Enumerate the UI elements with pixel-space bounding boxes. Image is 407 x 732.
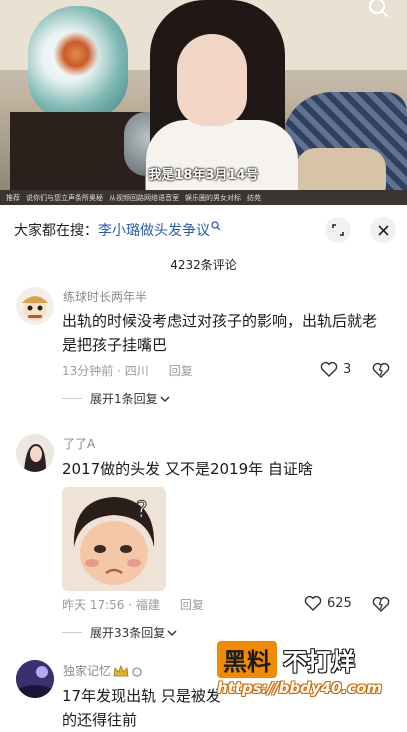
comment-time-location: 昨天 17:56 · 福建 xyxy=(62,598,160,612)
comment-item: 了了A 2017做的头发 又不是2019年 自证啥 ? 昨天 17:56 · 福… xyxy=(0,428,407,641)
video-person-face xyxy=(177,34,247,126)
svg-text:?: ? xyxy=(136,498,148,523)
expand-replies[interactable]: 展开33条回复 xyxy=(62,624,177,641)
watermark-box-text: 黑料 xyxy=(217,641,277,678)
avatar[interactable] xyxy=(16,660,54,698)
video-vase xyxy=(28,6,128,118)
hot-search-term[interactable]: 李小璐做头发争议 xyxy=(98,220,210,240)
comment-meta: 昨天 17:56 · 福建 回复 xyxy=(62,596,204,613)
expand-replies[interactable]: 展开1条回复 xyxy=(62,390,170,407)
video-player[interactable]: 我是18年3月14号 推荐 说你们与您立声条所奥秘 从视频回路网络语音室 娱乐圈… xyxy=(0,0,407,205)
divider-line xyxy=(62,632,82,633)
avatar-night-icon xyxy=(16,660,54,698)
comment-time-location: 13分钟前 · 四川 xyxy=(62,364,149,378)
comment-username[interactable]: 独家记忆 xyxy=(63,662,143,679)
video-ticker: 推荐 说你们与您立声条所奥秘 从视频回路网络语音室 娱乐圈的男女对标 纺苑 xyxy=(0,190,407,205)
comment-username[interactable]: 练球时长两年半 xyxy=(63,288,147,305)
broken-heart-icon[interactable] xyxy=(372,362,390,378)
site-watermark: 黑料 不打烊 https://bbdy40.com xyxy=(217,641,397,707)
chevron-down-icon xyxy=(167,630,177,636)
comment-username-text: 独家记忆 xyxy=(63,664,112,678)
search-icon xyxy=(211,221,221,231)
avatar-photo-icon xyxy=(16,434,54,472)
comment-username[interactable]: 了了A xyxy=(63,435,95,452)
comment-text: 出轨的时候没考虑过对孩子的影响，出轨后就老是把孩子挂嘴巴 xyxy=(62,312,378,354)
close-icon xyxy=(377,224,389,236)
like-button[interactable]: 625 xyxy=(304,595,352,611)
comment-count: 4232条评论 xyxy=(170,258,237,272)
ring-icon xyxy=(132,665,142,677)
avatar-cartoon-icon xyxy=(22,296,48,321)
comment-meta: 13分钟前 · 四川 回复 xyxy=(62,362,193,379)
like-count: 3 xyxy=(343,361,352,377)
reply-button[interactable]: 回复 xyxy=(169,362,193,379)
video-subtitle: 我是18年3月14号 xyxy=(148,168,259,183)
divider-line xyxy=(62,398,82,399)
expand-icon xyxy=(332,224,344,236)
comment-text: 2017做的头发 又不是2019年 自证啥 xyxy=(62,460,313,478)
comment-sticker-image[interactable]: ? xyxy=(62,487,166,591)
ticker-item: 推荐 xyxy=(6,193,20,202)
ticker-item: 娱乐圈的男女对标 xyxy=(185,193,241,202)
avatar[interactable] xyxy=(16,287,54,325)
crown-icon xyxy=(113,664,129,676)
heart-icon xyxy=(304,595,322,611)
watermark-url: https://bbdy40.com xyxy=(217,679,383,697)
watermark-text: 不打烊 xyxy=(283,648,355,676)
ticker-item: 纺苑 xyxy=(247,193,261,202)
ticker-item: 从视频回路网络语音室 xyxy=(109,193,179,202)
broken-heart-icon[interactable] xyxy=(372,596,390,612)
hot-search-row[interactable]: 大家都在搜： 李小璐做头发争议 xyxy=(14,219,221,241)
chevron-down-icon xyxy=(160,396,170,402)
expand-replies-label: 展开1条回复 xyxy=(90,392,158,406)
comment-text-continued: 的还得往前 xyxy=(62,711,138,729)
watermark-logo: 黑料 不打烊 xyxy=(217,641,355,678)
close-button[interactable] xyxy=(370,217,396,243)
expand-replies-label: 展开33条回复 xyxy=(90,626,166,640)
ticker-item: 说你们与您立声条所奥秘 xyxy=(26,193,103,202)
avatar[interactable] xyxy=(16,434,54,472)
comment-item: 练球时长两年半 出轨的时候没考虑过对孩子的影响，出轨后就老是把孩子挂嘴巴 13分… xyxy=(0,285,407,407)
fullscreen-button[interactable] xyxy=(325,217,351,243)
reply-button[interactable]: 回复 xyxy=(180,596,204,613)
crying-girl-sticker-icon: ? xyxy=(62,487,166,591)
search-icon[interactable] xyxy=(369,0,389,20)
heart-icon xyxy=(320,361,338,377)
like-count: 625 xyxy=(327,595,352,611)
hot-search-prefix: 大家都在搜： xyxy=(14,223,98,239)
like-button[interactable]: 3 xyxy=(320,361,351,377)
